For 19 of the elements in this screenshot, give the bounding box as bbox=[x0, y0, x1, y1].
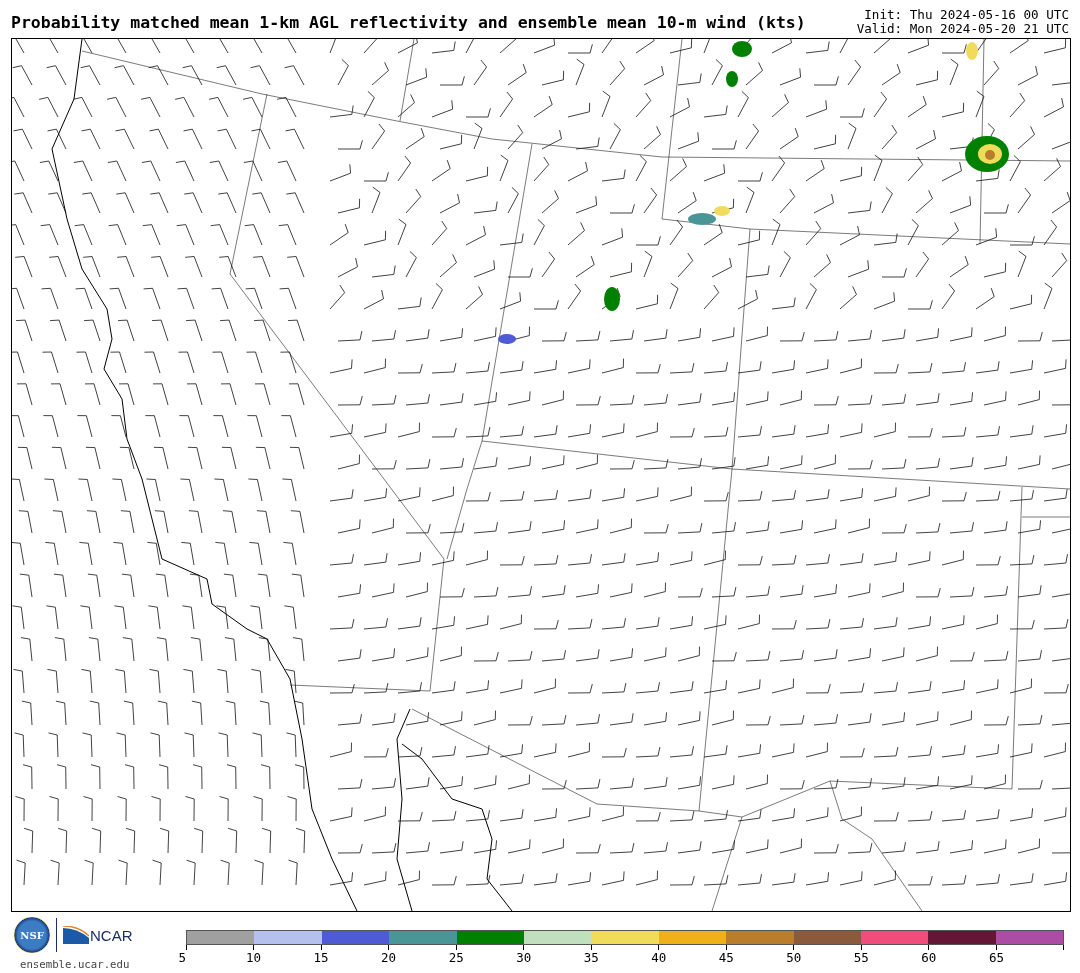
agency-logo: NSF bbox=[14, 917, 50, 953]
tick-label: 5 bbox=[178, 950, 187, 965]
tick-label: 45 bbox=[718, 950, 734, 965]
tick-label: 65 bbox=[988, 950, 1004, 965]
tick-label: 55 bbox=[853, 950, 869, 965]
valid-time: Valid: Mon 2024-05-20 21 UTC bbox=[856, 22, 1069, 36]
chart-title: Probability matched mean 1-km AGL reflectivity and ensemble mean 10-m wind (kts) bbox=[11, 13, 806, 32]
tick-label: 15 bbox=[313, 950, 329, 965]
tick-label: 60 bbox=[921, 950, 937, 965]
agency-logo: NCAR bbox=[63, 926, 133, 944]
website-url: ensemble.ucar.edu bbox=[20, 958, 131, 971]
init-time: Init: Thu 2024-05-16 00 UTC bbox=[864, 8, 1069, 22]
tick-label: 25 bbox=[448, 950, 464, 965]
tick-label: 40 bbox=[651, 950, 667, 965]
tick-label: 35 bbox=[583, 950, 599, 965]
tick-label: 20 bbox=[381, 950, 397, 965]
tick-label: 50 bbox=[786, 950, 802, 965]
tick-label: 10 bbox=[246, 950, 262, 965]
tick-label: 30 bbox=[516, 950, 532, 965]
